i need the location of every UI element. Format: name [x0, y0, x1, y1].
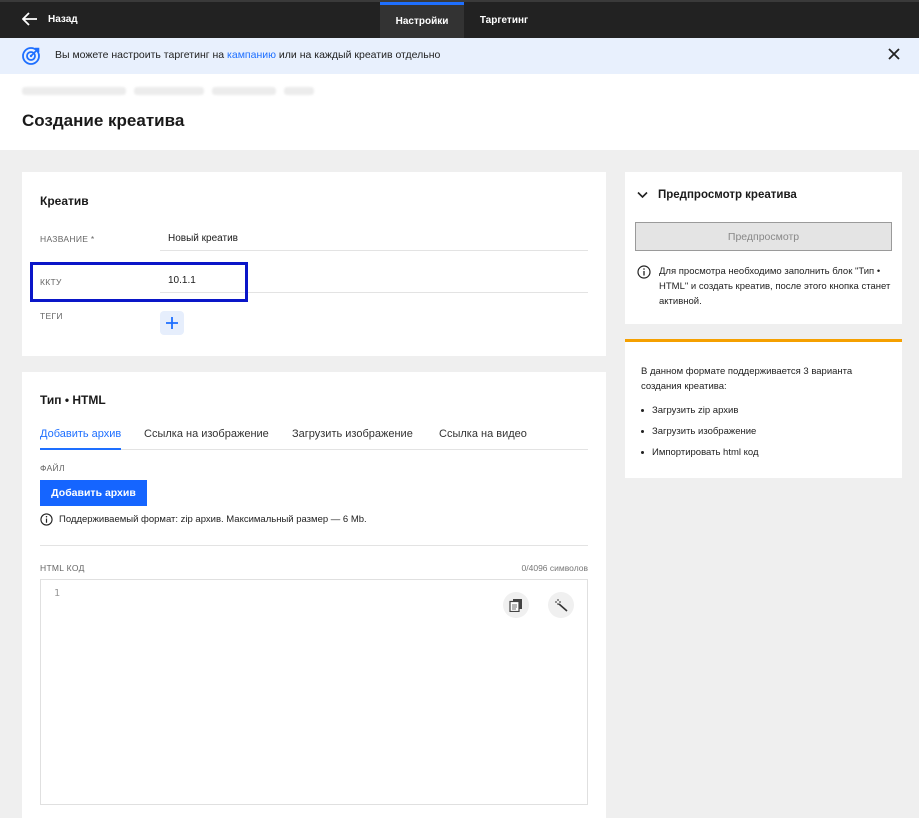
page-title: Создание креатива [22, 111, 185, 130]
char-counter: 0/4096 символов [521, 563, 588, 573]
arrow-left-icon [22, 12, 37, 26]
page-header: Создание креатива [0, 74, 919, 150]
html-code-label: HTML КОД [40, 563, 85, 573]
preview-toggle[interactable]: Предпросмотр креатива [637, 189, 797, 201]
name-label: НАЗВАНИЕ * [40, 234, 95, 244]
format-info-text: В данном формате поддерживается 3 вариан… [641, 366, 853, 392]
tab-upload-image[interactable]: Загрузить изображение [292, 428, 413, 440]
preview-card: Предпросмотр креатива Предпросмотр Для п… [625, 172, 902, 324]
html-code-editor[interactable]: 1 [40, 579, 588, 805]
tags-label: ТЕГИ [40, 311, 63, 321]
preview-note-text: Для просмотра необходимо заполнить блок … [659, 266, 891, 307]
tab-targeting[interactable]: Таргетинг [464, 2, 544, 38]
type-tabs: Добавить архив Ссылка на изображение Заг… [40, 428, 588, 450]
plus-icon [166, 317, 178, 329]
add-tag-button[interactable] [160, 311, 184, 335]
type-card: Тип • HTML Добавить архив Ссылка на изоб… [22, 372, 606, 818]
tab-settings[interactable]: Настройки [380, 2, 464, 38]
preview-note: Для просмотра необходимо заполнить блок … [637, 264, 892, 309]
back-label: Назад [48, 13, 78, 25]
format-button[interactable] [548, 592, 574, 618]
list-item: Импортировать html код [641, 442, 759, 463]
list-item: Загрузить изображение [641, 421, 759, 442]
breadcrumb [22, 87, 314, 95]
format-hint-text: Поддерживаемый формат: zip архив. Максим… [59, 514, 367, 525]
type-card-title: Тип • HTML [40, 393, 106, 407]
copy-icon [509, 599, 522, 612]
line-number: 1 [54, 588, 61, 599]
magic-wand-icon [555, 599, 568, 612]
info-icon [40, 513, 53, 526]
tab-video-link[interactable]: Ссылка на видео [439, 428, 527, 440]
divider [40, 545, 588, 546]
name-field[interactable]: Новый креатив [168, 233, 238, 244]
banner-text: Вы можете настроить таргетинг на кампани… [55, 49, 441, 61]
preview-title: Предпросмотр креатива [658, 189, 797, 201]
creative-card-title: Креатив [40, 194, 89, 208]
format-hint: Поддерживаемый формат: zip архив. Максим… [40, 513, 367, 526]
close-icon[interactable] [887, 47, 901, 61]
format-options-list: Загрузить zip архив Загрузить изображени… [641, 400, 759, 463]
back-button[interactable]: Назад [22, 12, 78, 26]
list-item: Загрузить zip архив [641, 400, 759, 421]
campaign-link[interactable]: кампанию [227, 49, 276, 61]
chevron-down-icon [637, 191, 648, 199]
tab-image-link[interactable]: Ссылка на изображение [144, 428, 269, 440]
target-icon [22, 47, 40, 65]
file-label: ФАЙЛ [40, 463, 65, 473]
tab-add-archive[interactable]: Добавить архив [40, 428, 122, 450]
format-info-card: В данном формате поддерживается 3 вариан… [625, 339, 902, 478]
divider [160, 250, 588, 251]
copy-button[interactable] [503, 592, 529, 618]
top-bar: Назад Настройки Таргетинг [0, 0, 919, 38]
kktu-highlight [30, 262, 248, 302]
add-archive-button[interactable]: Добавить архив [40, 480, 147, 506]
info-banner: Вы можете настроить таргетинг на кампани… [0, 38, 919, 74]
info-icon [637, 265, 651, 279]
creative-card: Креатив НАЗВАНИЕ * Новый креатив ККТУ 10… [22, 172, 606, 356]
preview-button[interactable]: Предпросмотр [635, 222, 892, 251]
